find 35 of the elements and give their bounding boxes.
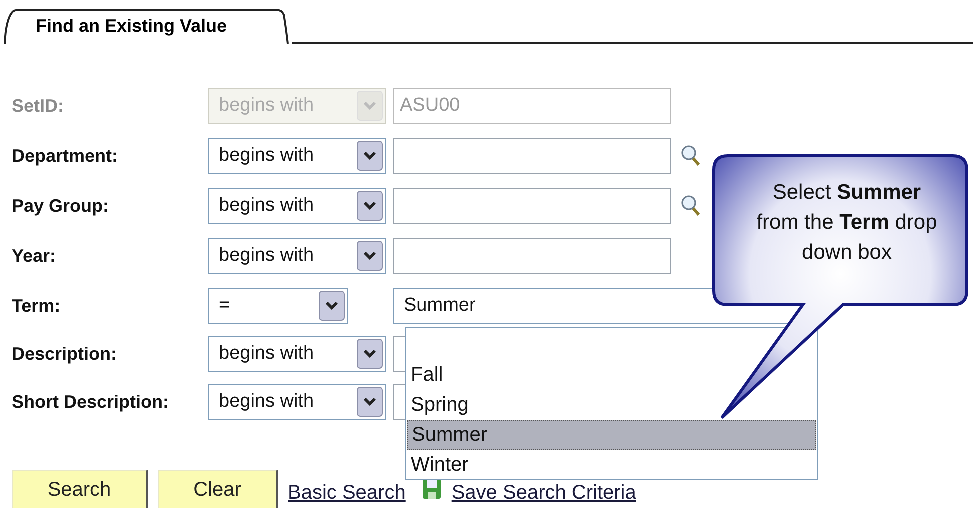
tooltip-text: Select Summer from the Term drop down box	[756, 180, 938, 266]
operator-select[interactable]: begins with	[208, 336, 386, 372]
field-label: Pay Group:	[11, 194, 110, 218]
operator-select[interactable]: =	[208, 288, 348, 324]
field-label: Department:	[11, 144, 120, 168]
field-label: Year:	[11, 244, 58, 268]
search-icon[interactable]	[681, 195, 701, 217]
value-field[interactable]	[393, 188, 671, 224]
chevron-icon	[357, 191, 383, 221]
search-icon[interactable]	[681, 145, 701, 167]
field-label: Term:	[11, 294, 62, 318]
chevron-icon	[357, 91, 383, 121]
chevron-icon	[319, 291, 345, 321]
dropdown-option[interactable]: Fall	[407, 360, 816, 390]
field-label: Short Description:	[11, 390, 170, 414]
search-button[interactable]: Search	[12, 470, 148, 508]
link[interactable]: Basic Search	[288, 478, 406, 508]
field-label: Description:	[11, 342, 118, 366]
dropdown-option[interactable]: Winter	[407, 450, 816, 480]
tab[interactable]: Find an Existing Value	[0, 7, 292, 45]
chevron-icon	[357, 339, 383, 369]
value-field[interactable]	[393, 138, 671, 174]
chevron-icon	[357, 241, 383, 271]
value-field[interactable]	[393, 238, 671, 274]
operator-select[interactable]: begins with	[208, 138, 386, 174]
clear-button[interactable]: Clear	[158, 470, 278, 508]
chevron-icon	[357, 387, 383, 417]
chevron-icon	[357, 141, 383, 171]
operator-select[interactable]: begins with	[208, 238, 386, 274]
dropdown-option[interactable]: Summer	[407, 420, 816, 450]
dropdown-option[interactable]: Spring	[407, 390, 816, 420]
field-label: SetID:	[11, 94, 66, 118]
operator-select[interactable]: begins with	[208, 384, 386, 420]
operator-select[interactable]: begins with	[208, 188, 386, 224]
link[interactable]: Save Search Criteria	[452, 478, 636, 508]
